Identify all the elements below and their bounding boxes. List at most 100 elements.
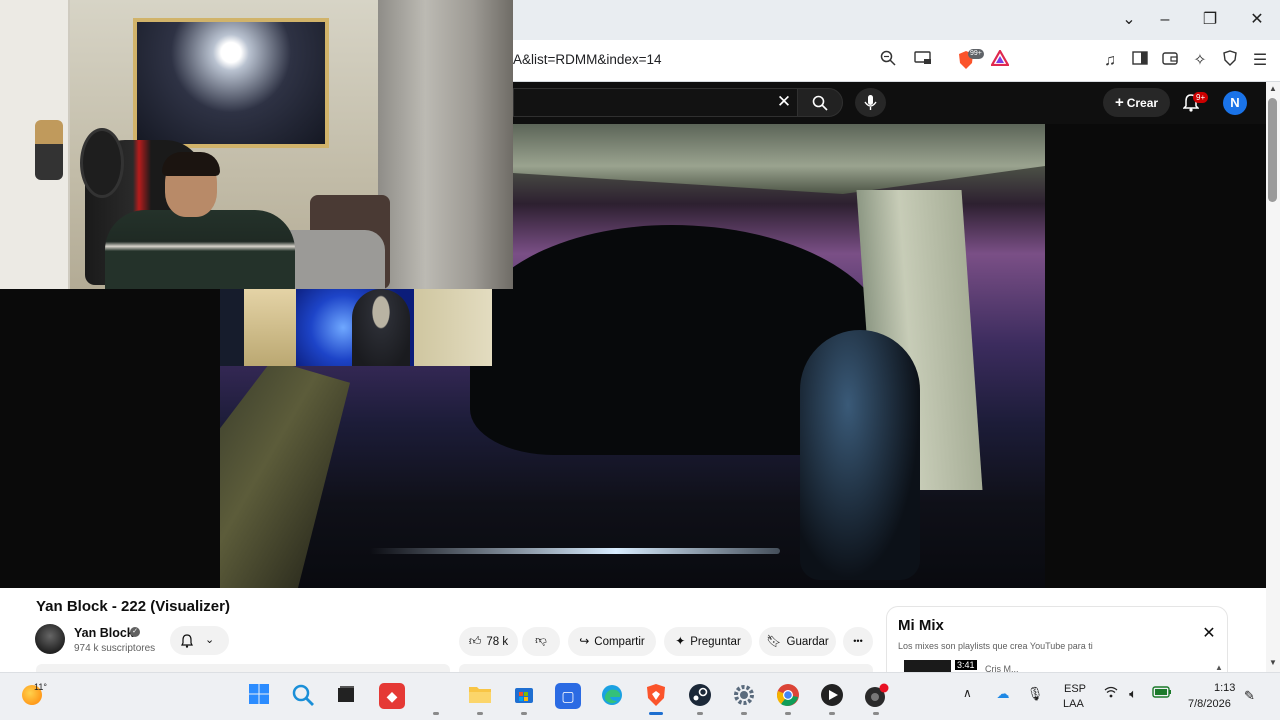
settings-icon[interactable] <box>731 683 757 709</box>
windows-taskbar <box>0 672 1280 720</box>
taskbar-running-indicator <box>521 712 527 715</box>
save-label: Guardar <box>786 636 829 648</box>
app-store-icon[interactable]: ▢ <box>555 683 581 709</box>
music-queue-icon[interactable]: ♫ <box>1099 50 1121 72</box>
like-button[interactable]: 👍︎ 78 k <box>459 627 518 656</box>
leo-ai-icon[interactable]: ✧ <box>1189 50 1211 72</box>
video-car-seat <box>800 330 920 580</box>
channel-name[interactable]: Yan Block <box>74 626 134 640</box>
chevron-down-icon: ⌄ <box>205 634 215 646</box>
more-actions-button[interactable]: ••• <box>843 627 873 656</box>
brave-badge: 99+ <box>968 49 984 59</box>
webcam-secondary-wall-right <box>414 289 492 366</box>
like-count: 78 k <box>486 636 509 648</box>
menu-icon[interactable]: ☰ <box>1249 50 1271 72</box>
mix-subtitle: Los mixes son playlists que crea YouTube… <box>898 641 1093 651</box>
webcam-poster <box>133 18 329 148</box>
cast-icon[interactable] <box>912 50 934 72</box>
mix-item-duration: 3:41 <box>955 660 977 670</box>
share-icon: ↪ <box>579 634 590 648</box>
battery-icon[interactable] <box>1152 686 1171 701</box>
thumbs-up-icon: 👍︎ <box>468 634 482 648</box>
taskbar-running-indicator <box>433 712 439 715</box>
scroll-up-arrow-icon[interactable]: ▲ <box>1266 84 1280 96</box>
tabs-dropdown-icon[interactable]: ⌄ <box>1118 10 1140 30</box>
channel-avatar[interactable] <box>35 624 65 654</box>
webcam-person-body <box>105 210 295 289</box>
comments-box[interactable] <box>459 664 873 672</box>
search-input[interactable] <box>513 88 797 117</box>
weather-temperature[interactable]: 11° <box>34 682 47 692</box>
webcam-person-hair <box>162 152 220 176</box>
zoom-icon[interactable] <box>877 50 899 72</box>
description-box[interactable] <box>36 664 450 672</box>
clock-time[interactable]: 1:13 <box>1214 682 1235 694</box>
webcam-secondary-wall <box>244 289 302 366</box>
brave-icon[interactable] <box>643 683 669 709</box>
url-text[interactable]: A&list=RDMM&index=14 <box>513 52 662 67</box>
search-button[interactable] <box>797 88 843 117</box>
thumbs-down-icon: 👎︎ <box>535 635 547 647</box>
keyboard-layout-indicator[interactable]: LAA <box>1063 698 1084 710</box>
taskbar-running-indicator <box>829 712 835 715</box>
account-avatar[interactable]: N <box>1223 91 1247 115</box>
file-explorer-icon[interactable] <box>467 683 493 709</box>
save-button[interactable]: 🔖︎ Guardar <box>759 627 836 656</box>
media-player-icon[interactable] <box>819 683 845 709</box>
tray-overflow-chevron-icon[interactable]: ∧ <box>963 686 972 700</box>
task-view-icon[interactable] <box>333 683 359 709</box>
microphone-tray-icon[interactable]: 🎙︎ <box>1026 686 1044 702</box>
mix-item-thumbnail[interactable] <box>904 660 951 672</box>
close-window-button[interactable]: ✕ <box>1246 10 1268 30</box>
ask-button[interactable]: ✦ Preguntar <box>664 627 752 656</box>
subscriber-count: 974 k suscriptores <box>74 643 156 654</box>
share-button[interactable]: ↪ Compartir <box>568 627 656 656</box>
onedrive-icon[interactable]: ☁ <box>994 686 1012 702</box>
taskbar-running-indicator <box>477 712 483 715</box>
microsoft-store-icon[interactable] <box>511 683 537 709</box>
minimize-button[interactable]: – <box>1154 10 1176 30</box>
vpn-icon[interactable] <box>1219 50 1241 72</box>
verified-icon: ✓ <box>130 627 140 637</box>
restore-button[interactable]: ❐ <box>1199 10 1221 30</box>
voice-search-button[interactable] <box>855 88 886 117</box>
dislike-button[interactable]: 👎︎ <box>522 627 560 656</box>
wallet-icon[interactable] <box>1159 50 1181 72</box>
chrome-icon[interactable] <box>775 683 801 709</box>
steam-icon[interactable] <box>687 683 713 709</box>
clock-date[interactable]: 7/8/2026 <box>1188 698 1231 710</box>
clear-search-icon[interactable]: ✕ <box>773 90 795 114</box>
create-label: Crear <box>1126 96 1159 110</box>
video-window-trim <box>370 548 780 554</box>
taskbar-search-icon[interactable] <box>290 683 316 709</box>
webcam-curtain <box>378 0 513 289</box>
plus-icon: + <box>1114 94 1124 111</box>
brave-rewards-icon[interactable] <box>989 48 1011 72</box>
notification-center-icon[interactable]: ✎ <box>1244 688 1255 704</box>
create-button[interactable]: + Crear <box>1103 88 1170 117</box>
mix-title: Mi Mix <box>898 617 944 634</box>
taskbar-active-indicator <box>649 712 663 715</box>
edge-icon[interactable] <box>599 683 625 709</box>
sidebar-icon[interactable] <box>1129 50 1151 72</box>
language-indicator[interactable]: ESP <box>1064 683 1086 695</box>
volume-icon[interactable]: 🔈︎ <box>1124 686 1142 702</box>
webcam-pop-filter <box>80 128 124 198</box>
wifi-icon[interactable] <box>1102 686 1120 701</box>
webcam-secondary-person <box>352 289 410 366</box>
webcam-microphone <box>35 120 63 180</box>
video-title: Yan Block - 222 (Visualizer) <box>36 598 230 615</box>
scrollbar-thumb[interactable] <box>1268 98 1277 202</box>
windows-start-icon[interactable] <box>246 683 272 709</box>
recording-app-icon[interactable] <box>863 683 889 709</box>
anydesk-icon[interactable]: ◆ <box>379 683 405 709</box>
share-label: Compartir <box>594 636 645 648</box>
close-mix-icon[interactable]: ✕ <box>1199 624 1219 644</box>
mix-scroll-up-icon[interactable]: ▲ <box>1215 663 1223 672</box>
scroll-down-arrow-icon[interactable]: ▼ <box>1266 658 1280 670</box>
taskbar-running-indicator <box>785 712 791 715</box>
taskbar-running-indicator <box>873 712 879 715</box>
sparkle-icon: ✦ <box>675 634 686 648</box>
bell-icon <box>181 626 193 659</box>
subscription-bell-button[interactable]: ⌄ <box>170 626 229 655</box>
